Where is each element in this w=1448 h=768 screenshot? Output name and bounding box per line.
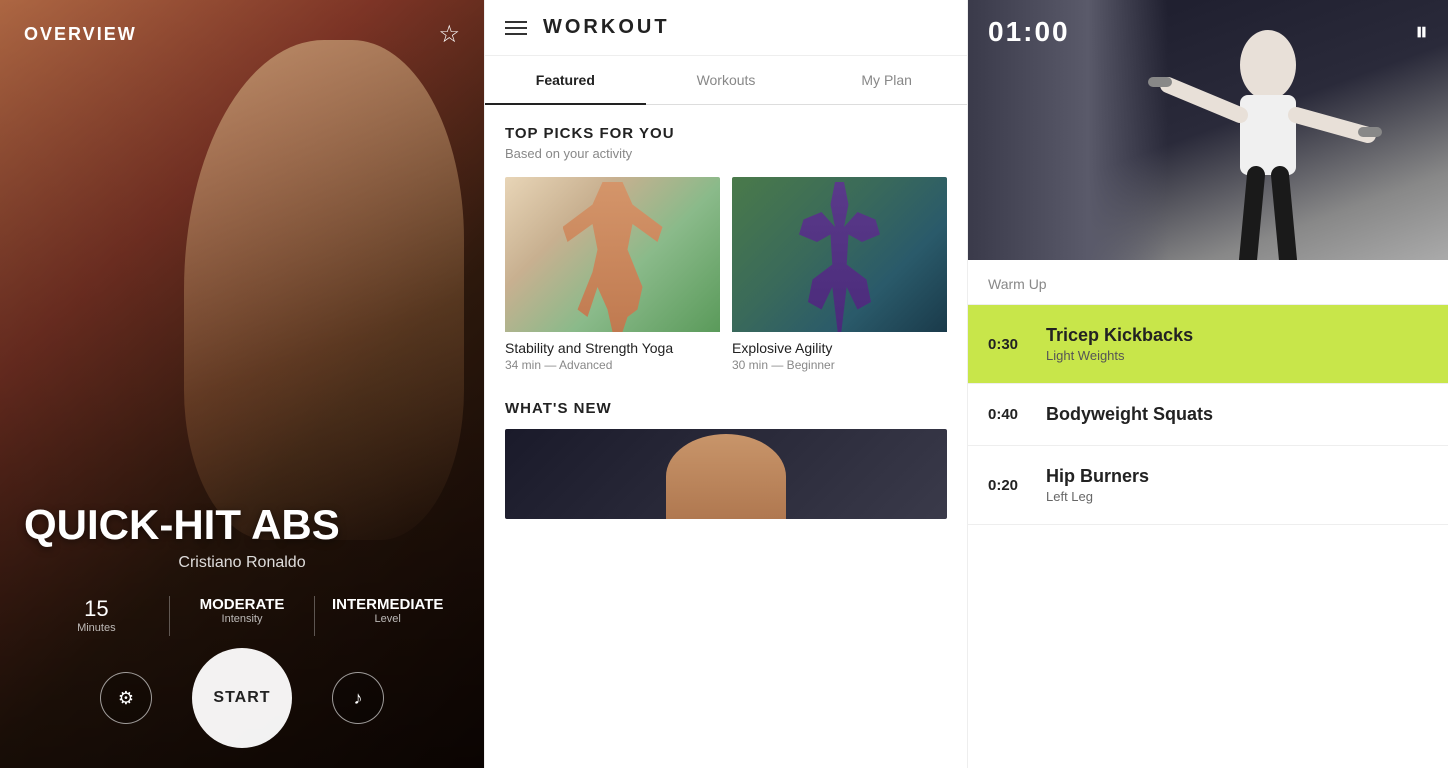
exercise-name-tricep: Tricep Kickbacks: [1046, 325, 1428, 346]
player-panel: 01:00 ⏸ Warm Up 0:30 Tricep Kickbacks Li…: [968, 0, 1448, 768]
agility-card-meta: 30 min — Beginner: [732, 358, 947, 372]
stat-level: INTERMEDIATE Level: [315, 596, 460, 625]
yoga-card-meta: 34 min — Advanced: [505, 358, 720, 372]
overview-actions: ⚙ START ♪: [0, 648, 484, 748]
timer-display: 01:00: [988, 16, 1070, 48]
exercise-time-tricep: 0:30: [988, 336, 1038, 353]
workout-tabs: Featured Workouts My Plan: [485, 56, 967, 105]
workout-panel: WORKOUT Featured Workouts My Plan TOP PI…: [484, 0, 968, 768]
menu-line-2: [505, 27, 527, 29]
exercise-info-hip: Hip Burners Left Leg: [1038, 466, 1428, 504]
player-list: Warm Up 0:30 Tricep Kickbacks Light Weig…: [968, 260, 1448, 768]
stat-intensity: MODERATE Intensity: [170, 596, 315, 625]
exercise-info-tricep: Tricep Kickbacks Light Weights: [1038, 325, 1428, 363]
player-video: 01:00 ⏸: [968, 0, 1448, 260]
tab-featured[interactable]: Featured: [485, 56, 646, 104]
top-picks-title: TOP PICKS FOR YOU: [505, 125, 947, 142]
exercise-info-squats: Bodyweight Squats: [1038, 404, 1428, 425]
overview-content: QUICK-HIT ABS Cristiano Ronaldo 15 Minut…: [0, 504, 484, 668]
exercise-item-squats[interactable]: 0:40 Bodyweight Squats: [968, 384, 1448, 446]
music-button[interactable]: ♪: [332, 672, 384, 724]
menu-button[interactable]: [505, 21, 527, 35]
stat-level-value: INTERMEDIATE: [315, 596, 460, 613]
stat-minutes-value: 15: [24, 596, 169, 622]
tab-workouts[interactable]: Workouts: [646, 56, 807, 104]
what-new-section: WHAT'S NEW: [505, 400, 947, 519]
tab-my-plan[interactable]: My Plan: [806, 56, 967, 104]
overview-header: OVERVIEW ☆: [0, 0, 484, 69]
what-new-image[interactable]: [505, 429, 947, 519]
menu-line-3: [505, 33, 527, 35]
workout-body: TOP PICKS FOR YOU Based on your activity…: [485, 105, 967, 768]
start-button[interactable]: START: [192, 648, 292, 748]
workout-cards: Stability and Strength Yoga 34 min — Adv…: [505, 177, 947, 380]
what-new-title: WHAT'S NEW: [505, 400, 947, 417]
stat-minutes: 15 Minutes: [24, 596, 169, 634]
agility-card-image: [732, 177, 947, 332]
exercise-name-hip: Hip Burners: [1046, 466, 1428, 487]
exercise-detail-hip: Left Leg: [1046, 489, 1428, 504]
stat-level-label: Level: [315, 613, 460, 625]
warm-up-label: Warm Up: [968, 260, 1448, 305]
yoga-card-image: [505, 177, 720, 332]
exercise-name-squats: Bodyweight Squats: [1046, 404, 1428, 425]
stat-intensity-label: Intensity: [170, 613, 315, 625]
exercise-time-hip: 0:20: [988, 477, 1038, 494]
athlete-silhouette: [1148, 5, 1388, 260]
pause-button[interactable]: ⏸: [1415, 16, 1428, 48]
yoga-figure: [563, 182, 663, 332]
agility-card-info: Explosive Agility 30 min — Beginner: [732, 332, 947, 380]
top-picks-subtitle: Based on your activity: [505, 146, 947, 161]
what-new-face: [666, 434, 786, 519]
exercise-detail-tricep: Light Weights: [1046, 348, 1428, 363]
settings-button[interactable]: ⚙: [100, 672, 152, 724]
stat-intensity-value: MODERATE: [170, 596, 315, 613]
yoga-card[interactable]: Stability and Strength Yoga 34 min — Adv…: [505, 177, 720, 380]
overview-panel: OVERVIEW ☆ QUICK-HIT ABS Cristiano Ronal…: [0, 0, 484, 768]
menu-line-1: [505, 21, 527, 23]
workout-stats: 15 Minutes MODERATE Intensity INTERMEDIA…: [24, 596, 460, 636]
favorite-icon[interactable]: ☆: [438, 20, 460, 49]
overview-title: OVERVIEW: [24, 24, 137, 45]
yoga-card-info: Stability and Strength Yoga 34 min — Adv…: [505, 332, 720, 380]
workout-header: WORKOUT: [485, 0, 967, 56]
agility-card-name: Explosive Agility: [732, 340, 947, 356]
exercise-time-squats: 0:40: [988, 406, 1038, 423]
agility-card[interactable]: Explosive Agility 30 min — Beginner: [732, 177, 947, 380]
workout-name: QUICK-HIT ABS: [24, 504, 460, 546]
exercise-item-tricep[interactable]: 0:30 Tricep Kickbacks Light Weights: [968, 305, 1448, 384]
trainer-name: Cristiano Ronaldo: [24, 554, 460, 572]
stat-minutes-label: Minutes: [24, 622, 169, 634]
agility-figure: [795, 182, 885, 332]
athlete-image: [184, 40, 464, 540]
yoga-card-name: Stability and Strength Yoga: [505, 340, 720, 356]
exercise-item-hip[interactable]: 0:20 Hip Burners Left Leg: [968, 446, 1448, 525]
workout-header-title: WORKOUT: [543, 16, 670, 39]
